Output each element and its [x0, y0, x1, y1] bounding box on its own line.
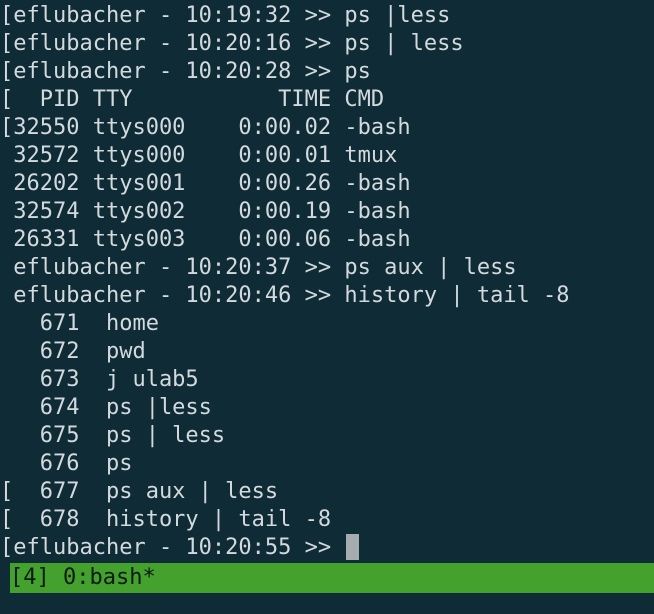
output-line: 675 ps | less: [0, 423, 226, 448]
tmux-status-bar: [4] 0:bash*: [10, 563, 654, 593]
output-line: [ 678 history | tail -8: [0, 507, 332, 532]
output-line: 673 j ulab5: [0, 367, 199, 392]
output-line: 674 ps |less: [0, 395, 212, 420]
window-indicator[interactable]: [4] 0:bash*: [10, 565, 156, 590]
output-line: 676 ps: [0, 451, 133, 476]
bottom-margin: [0, 593, 654, 614]
prompt-line[interactable]: [eflubacher - 10:20:55 >>: [0, 534, 654, 562]
output-line: [ PID TTY TIME CMD: [0, 87, 385, 112]
output-line: 32574 ttys002 0:00.19 -bash: [0, 199, 411, 224]
text-cursor: [346, 534, 360, 560]
output-line: [eflubacher - 10:19:32 >> ps |less: [0, 3, 451, 28]
output-line: 32572 ttys000 0:00.01 tmux: [0, 143, 398, 168]
output-line: eflubacher - 10:20:37 >> ps aux | less: [0, 255, 517, 280]
output-line: 671 home: [0, 311, 159, 336]
output-line: [eflubacher - 10:20:16 >> ps | less: [0, 31, 464, 56]
terminal-window[interactable]: [eflubacher - 10:19:32 >> ps |less [eflu…: [0, 0, 654, 614]
output-line: 672 pwd: [0, 339, 146, 364]
output-line: [32550 ttys000 0:00.02 -bash: [0, 115, 411, 140]
terminal-output: [eflubacher - 10:19:32 >> ps |less [eflu…: [0, 2, 654, 562]
output-line: 26202 ttys001 0:00.26 -bash: [0, 171, 411, 196]
output-line: [ 677 ps aux | less: [0, 479, 279, 504]
output-line: eflubacher - 10:20:46 >> history | tail …: [0, 283, 570, 308]
output-line: [eflubacher - 10:20:28 >> ps: [0, 59, 371, 84]
prompt-text: [eflubacher - 10:20:55 >>: [0, 535, 345, 560]
output-line: 26331 ttys003 0:00.06 -bash: [0, 227, 411, 252]
